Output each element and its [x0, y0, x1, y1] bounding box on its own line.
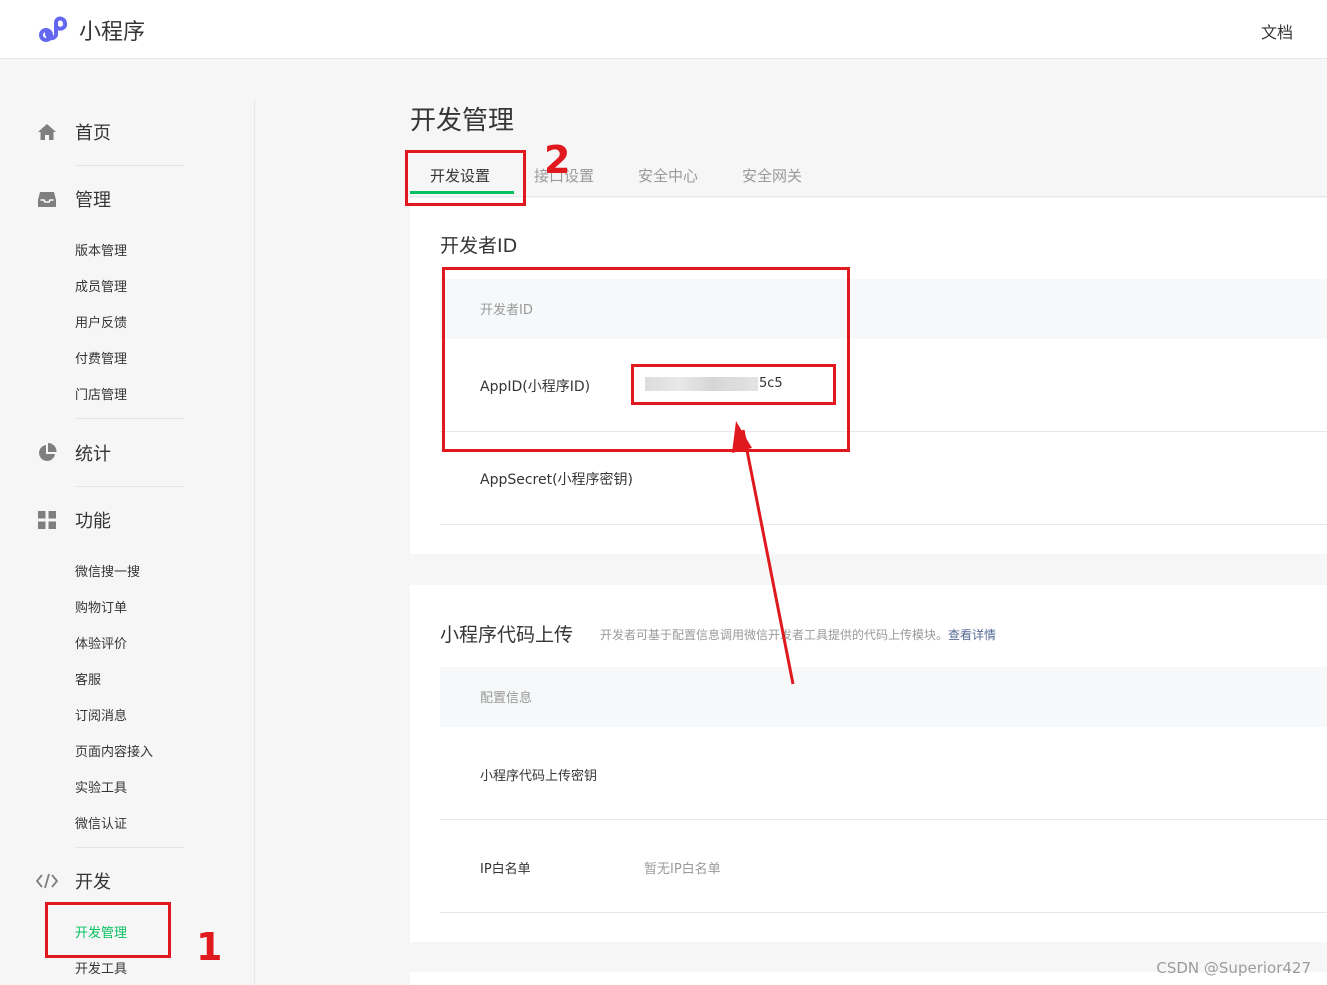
sidebar-item-home[interactable]: 首页 — [36, 117, 111, 147]
inbox-icon — [36, 188, 58, 210]
ip-whitelist-value: 暂无IP白名单 — [644, 862, 721, 877]
sidebar-item-subscriptions[interactable]: 订阅消息 — [75, 705, 127, 724]
divider — [75, 165, 184, 166]
sidebar-item-experiments[interactable]: 实验工具 — [75, 777, 127, 796]
sidebar-item-label: 统计 — [75, 444, 111, 465]
sidebar: 首页 管理 版本管理 成员管理 用户反馈 付费管理 门店管理 统计 功能 微信搜… — [0, 100, 255, 985]
code-upload-card: 小程序代码上传 开发者可基于配置信息调用微信开发者工具提供的代码上传模块。查看详… — [410, 585, 1327, 942]
annotation-arrow — [732, 421, 795, 685]
annotation-box-tab — [405, 150, 526, 206]
page-title: 开发管理 — [410, 106, 515, 136]
upload-key-label: 小程序代码上传密钥 — [480, 769, 598, 784]
annotation-number-2: 2 — [544, 138, 571, 182]
sidebar-group-dev[interactable]: 开发 — [36, 866, 111, 896]
sidebar-item-customer-service[interactable]: 客服 — [75, 669, 101, 688]
ip-whitelist-label: IP白名单 — [480, 862, 531, 877]
divider — [440, 912, 1327, 913]
sidebar-item-reviews[interactable]: 体验评价 — [75, 633, 127, 652]
appsecret-label: AppSecret(小程序密钥) — [480, 472, 634, 488]
table-header-label: 配置信息 — [480, 691, 533, 706]
divider — [75, 418, 184, 419]
sidebar-group-manage[interactable]: 管理 — [36, 184, 111, 214]
table-header: 配置信息 — [440, 667, 1327, 727]
sidebar-item-label: 首页 — [75, 123, 111, 144]
divider — [440, 819, 1327, 820]
docs-link[interactable]: 文档 — [1261, 19, 1293, 43]
tab-security-center[interactable]: 安全中心 — [638, 165, 698, 186]
sidebar-item-version[interactable]: 版本管理 — [75, 240, 127, 259]
sidebar-item-label: 管理 — [75, 190, 111, 211]
pie-chart-icon — [36, 442, 58, 464]
sidebar-item-stats[interactable]: 统计 — [36, 438, 111, 468]
sidebar-item-feedback[interactable]: 用户反馈 — [75, 312, 127, 331]
home-icon — [36, 121, 58, 143]
sidebar-item-stores[interactable]: 门店管理 — [75, 384, 127, 403]
annotation-number-1: 1 — [196, 925, 223, 969]
grid-icon — [36, 509, 58, 531]
miniprogram-logo-icon — [39, 16, 68, 42]
sidebar-item-page-content[interactable]: 页面内容接入 — [75, 741, 153, 760]
sidebar-item-wechat-search[interactable]: 微信搜一搜 — [75, 561, 140, 580]
sidebar-group-features[interactable]: 功能 — [36, 505, 111, 535]
watermark: CSDN @Superior427 — [1156, 959, 1311, 977]
sidebar-item-label: 功能 — [75, 511, 111, 532]
view-details-link[interactable]: 查看详情 — [948, 628, 996, 642]
sidebar-item-label: 开发 — [75, 872, 111, 893]
annotation-box-sidebar — [45, 902, 171, 958]
code-icon — [36, 870, 58, 892]
card-title: 开发者ID — [440, 235, 518, 257]
top-bar: 小程序 文档 — [0, 0, 1327, 59]
sidebar-item-payment[interactable]: 付费管理 — [75, 348, 127, 367]
tab-security-gateway[interactable]: 安全网关 — [742, 165, 802, 186]
divider — [75, 486, 184, 487]
sidebar-item-verification[interactable]: 微信认证 — [75, 813, 127, 832]
annotation-box-appid-value — [631, 364, 836, 405]
sidebar-item-orders[interactable]: 购物订单 — [75, 597, 127, 616]
sidebar-item-dev-tools[interactable]: 开发工具 — [75, 958, 127, 977]
sidebar-item-members[interactable]: 成员管理 — [75, 276, 127, 295]
card-title: 小程序代码上传 — [440, 624, 574, 646]
divider — [440, 524, 1327, 525]
divider — [75, 847, 184, 848]
app-name: 小程序 — [79, 20, 146, 45]
